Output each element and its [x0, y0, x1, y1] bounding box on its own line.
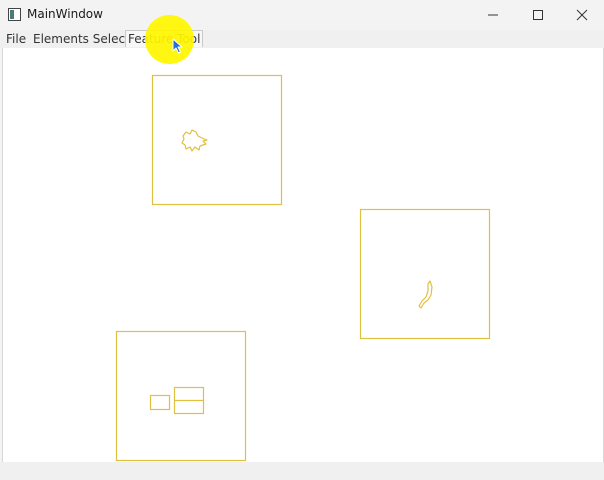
minimize-icon — [487, 14, 498, 16]
drawing-canvas[interactable] — [2, 48, 604, 462]
feature-box-rectangles[interactable] — [115, 330, 247, 462]
click-highlight — [145, 15, 194, 64]
title-bar[interactable]: MainWindow — [0, 0, 604, 30]
status-bar — [0, 462, 604, 480]
feature-box-stroke[interactable] — [359, 208, 491, 340]
app-window-icon — [8, 8, 21, 21]
window-title: MainWindow — [27, 7, 103, 21]
feature-box-bird[interactable] — [151, 74, 283, 206]
menu-bar: File Elements Select Feature Tool — [0, 30, 604, 48]
main-window: MainWindow File Elements Select Feature … — [0, 0, 604, 480]
stroke-shape — [418, 280, 433, 309]
bird-shape — [181, 129, 208, 152]
close-button[interactable] — [559, 0, 604, 30]
mouse-cursor-icon — [172, 38, 183, 54]
small-rectangle — [149, 394, 171, 411]
menu-file[interactable]: File — [4, 31, 28, 47]
maximize-button[interactable] — [515, 0, 560, 30]
maximize-icon — [532, 10, 543, 20]
canvas-drawing — [115, 74, 491, 462]
menu-elements-select[interactable]: Elements Select — [31, 31, 132, 47]
close-icon — [576, 9, 587, 21]
minimize-button[interactable] — [470, 0, 515, 30]
